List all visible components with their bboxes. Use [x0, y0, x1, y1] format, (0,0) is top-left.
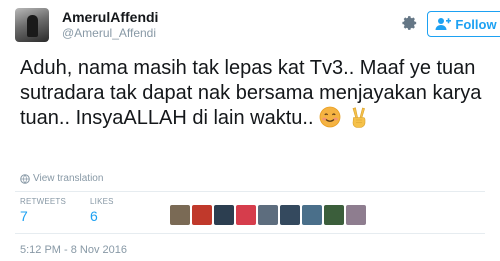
likes-stat[interactable]: LIKES 6 [90, 197, 114, 224]
tweet-header: AmerulAffendi @Amerul_Affendi Follow [15, 8, 500, 42]
view-translation-label: View translation [33, 173, 104, 184]
likes-label: LIKES [90, 197, 114, 206]
globe-icon [20, 173, 30, 184]
avatar[interactable] [15, 8, 49, 42]
author-names: AmerulAffendi @Amerul_Affendi [62, 9, 158, 41]
divider [15, 191, 485, 192]
tweet-timestamp[interactable]: 5:12 PM - 8 Nov 2016 [20, 244, 127, 256]
gear-icon[interactable] [399, 13, 419, 33]
tweet-body: Aduh, nama masih tak lepas kat Tv3.. Maa… [20, 57, 482, 129]
retweets-stat[interactable]: RETWEETS 7 [20, 197, 66, 224]
liker-avatar-5[interactable] [258, 205, 278, 225]
liker-avatar-4[interactable] [236, 205, 256, 225]
follow-button[interactable]: Follow [427, 11, 500, 37]
divider [15, 233, 485, 234]
victory-hand-emoji [352, 107, 365, 128]
add-user-icon [435, 18, 452, 30]
likes-count: 6 [90, 208, 98, 224]
author-username[interactable]: @Amerul_Affendi [62, 26, 158, 41]
liker-avatar-2[interactable] [192, 205, 212, 225]
liker-avatar-6[interactable] [280, 205, 300, 225]
liker-avatar-7[interactable] [302, 205, 322, 225]
likers-list [170, 205, 366, 225]
liker-avatar-8[interactable] [324, 205, 344, 225]
smiling-face-emoji [319, 106, 341, 128]
retweets-count: 7 [20, 208, 28, 224]
retweets-label: RETWEETS [20, 197, 67, 206]
liker-avatar-3[interactable] [214, 205, 234, 225]
follow-label: Follow [455, 16, 497, 32]
author-fullname[interactable]: AmerulAffendi [62, 9, 158, 26]
liker-avatar-1[interactable] [170, 205, 190, 225]
view-translation-link[interactable]: View translation [20, 173, 103, 184]
tweet-text: Aduh, nama masih tak lepas kat Tv3.. Maa… [20, 56, 490, 131]
liker-avatar-9[interactable] [346, 205, 366, 225]
